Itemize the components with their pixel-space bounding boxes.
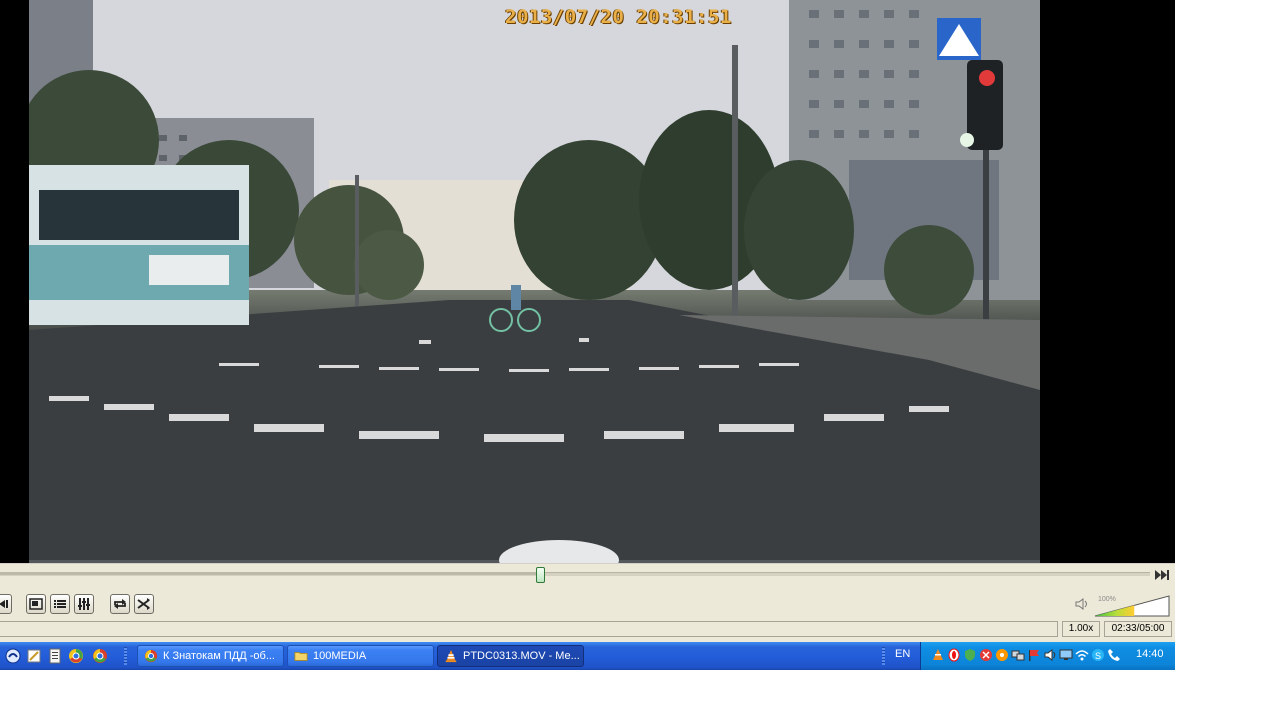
speaker-icon[interactable] (1075, 597, 1091, 611)
playlist-button[interactable] (50, 594, 70, 614)
volume-icon[interactable] (1043, 648, 1057, 662)
document-icon[interactable] (47, 648, 63, 664)
task-label: К Знатокам ПДД -об... (163, 650, 275, 662)
show-desktop-icon[interactable] (5, 648, 21, 664)
previous-chapter-icon (0, 600, 8, 608)
loop-icon (114, 599, 126, 609)
language-indicator[interactable]: EN (895, 648, 910, 660)
folder-icon (294, 652, 308, 661)
task-button-folder[interactable]: 100MEDIA (287, 645, 434, 667)
playlist-icon (54, 600, 66, 608)
vlc-icon[interactable] (931, 648, 945, 662)
network-icon[interactable] (1011, 648, 1025, 662)
fullscreen-button[interactable] (26, 594, 46, 614)
loop-button[interactable] (110, 594, 130, 614)
osd-timestamp: 2013/07/20 20:31:51 (505, 6, 732, 28)
dashcam-video-frame (29, 0, 1040, 563)
chrome-icon (144, 649, 158, 663)
seek-handle[interactable] (536, 567, 545, 583)
seek-bar-progress (0, 572, 536, 575)
skype-icon[interactable]: S (1091, 648, 1105, 662)
street-scene-image (29, 0, 1040, 563)
taskbar-grip[interactable] (882, 647, 885, 665)
playback-time[interactable]: 02:33/05:00 (1104, 621, 1172, 637)
shuffle-icon (137, 598, 150, 610)
opera-icon[interactable] (947, 648, 961, 662)
wifi-icon[interactable] (1075, 648, 1089, 662)
volume-percent-label: 100% (1098, 596, 1116, 603)
chrome-icon[interactable] (68, 648, 84, 664)
antivirus-icon[interactable] (979, 648, 993, 662)
chrome-icon[interactable] (92, 648, 108, 664)
task-label: PTDC0313.MOV - Me... (463, 650, 580, 662)
status-bar: 1.00x 02:33/05:00 (0, 621, 1175, 640)
previous-chapter-button[interactable] (0, 594, 12, 614)
svg-text:S: S (1095, 651, 1101, 661)
task-button-chrome[interactable]: К Знатокам ПДД -об... (137, 645, 284, 667)
phone-icon[interactable] (1107, 648, 1121, 662)
display-icon[interactable] (1059, 648, 1073, 662)
fullscreen-icon (29, 598, 43, 610)
system-clock[interactable]: 14:40 (1136, 648, 1164, 660)
random-button[interactable] (134, 594, 154, 614)
playback-speed[interactable]: 1.00x (1062, 621, 1100, 637)
equalizer-icon (78, 598, 90, 610)
vlc-cone-icon (445, 649, 457, 663)
status-message-area (0, 621, 1058, 637)
media-icon[interactable] (995, 648, 1009, 662)
task-button-vlc[interactable]: PTDC0313.MOV - Me... (437, 645, 584, 667)
task-label: 100MEDIA (313, 650, 367, 662)
player-controls: 100% 1.00x 02:33/05:00 (0, 563, 1175, 642)
taskbar-grip[interactable] (124, 647, 127, 665)
next-frame-icon[interactable] (1155, 569, 1169, 581)
flag-icon[interactable] (1027, 648, 1041, 662)
windows-taskbar: К Знатокам ПДД -об... 100MEDIA PTDC0313.… (0, 642, 1175, 670)
extended-settings-button[interactable] (74, 594, 94, 614)
video-display[interactable]: 2013/07/20 20:31:51 (0, 0, 1175, 563)
notepad-icon[interactable] (26, 648, 42, 664)
shield-icon[interactable] (963, 648, 977, 662)
